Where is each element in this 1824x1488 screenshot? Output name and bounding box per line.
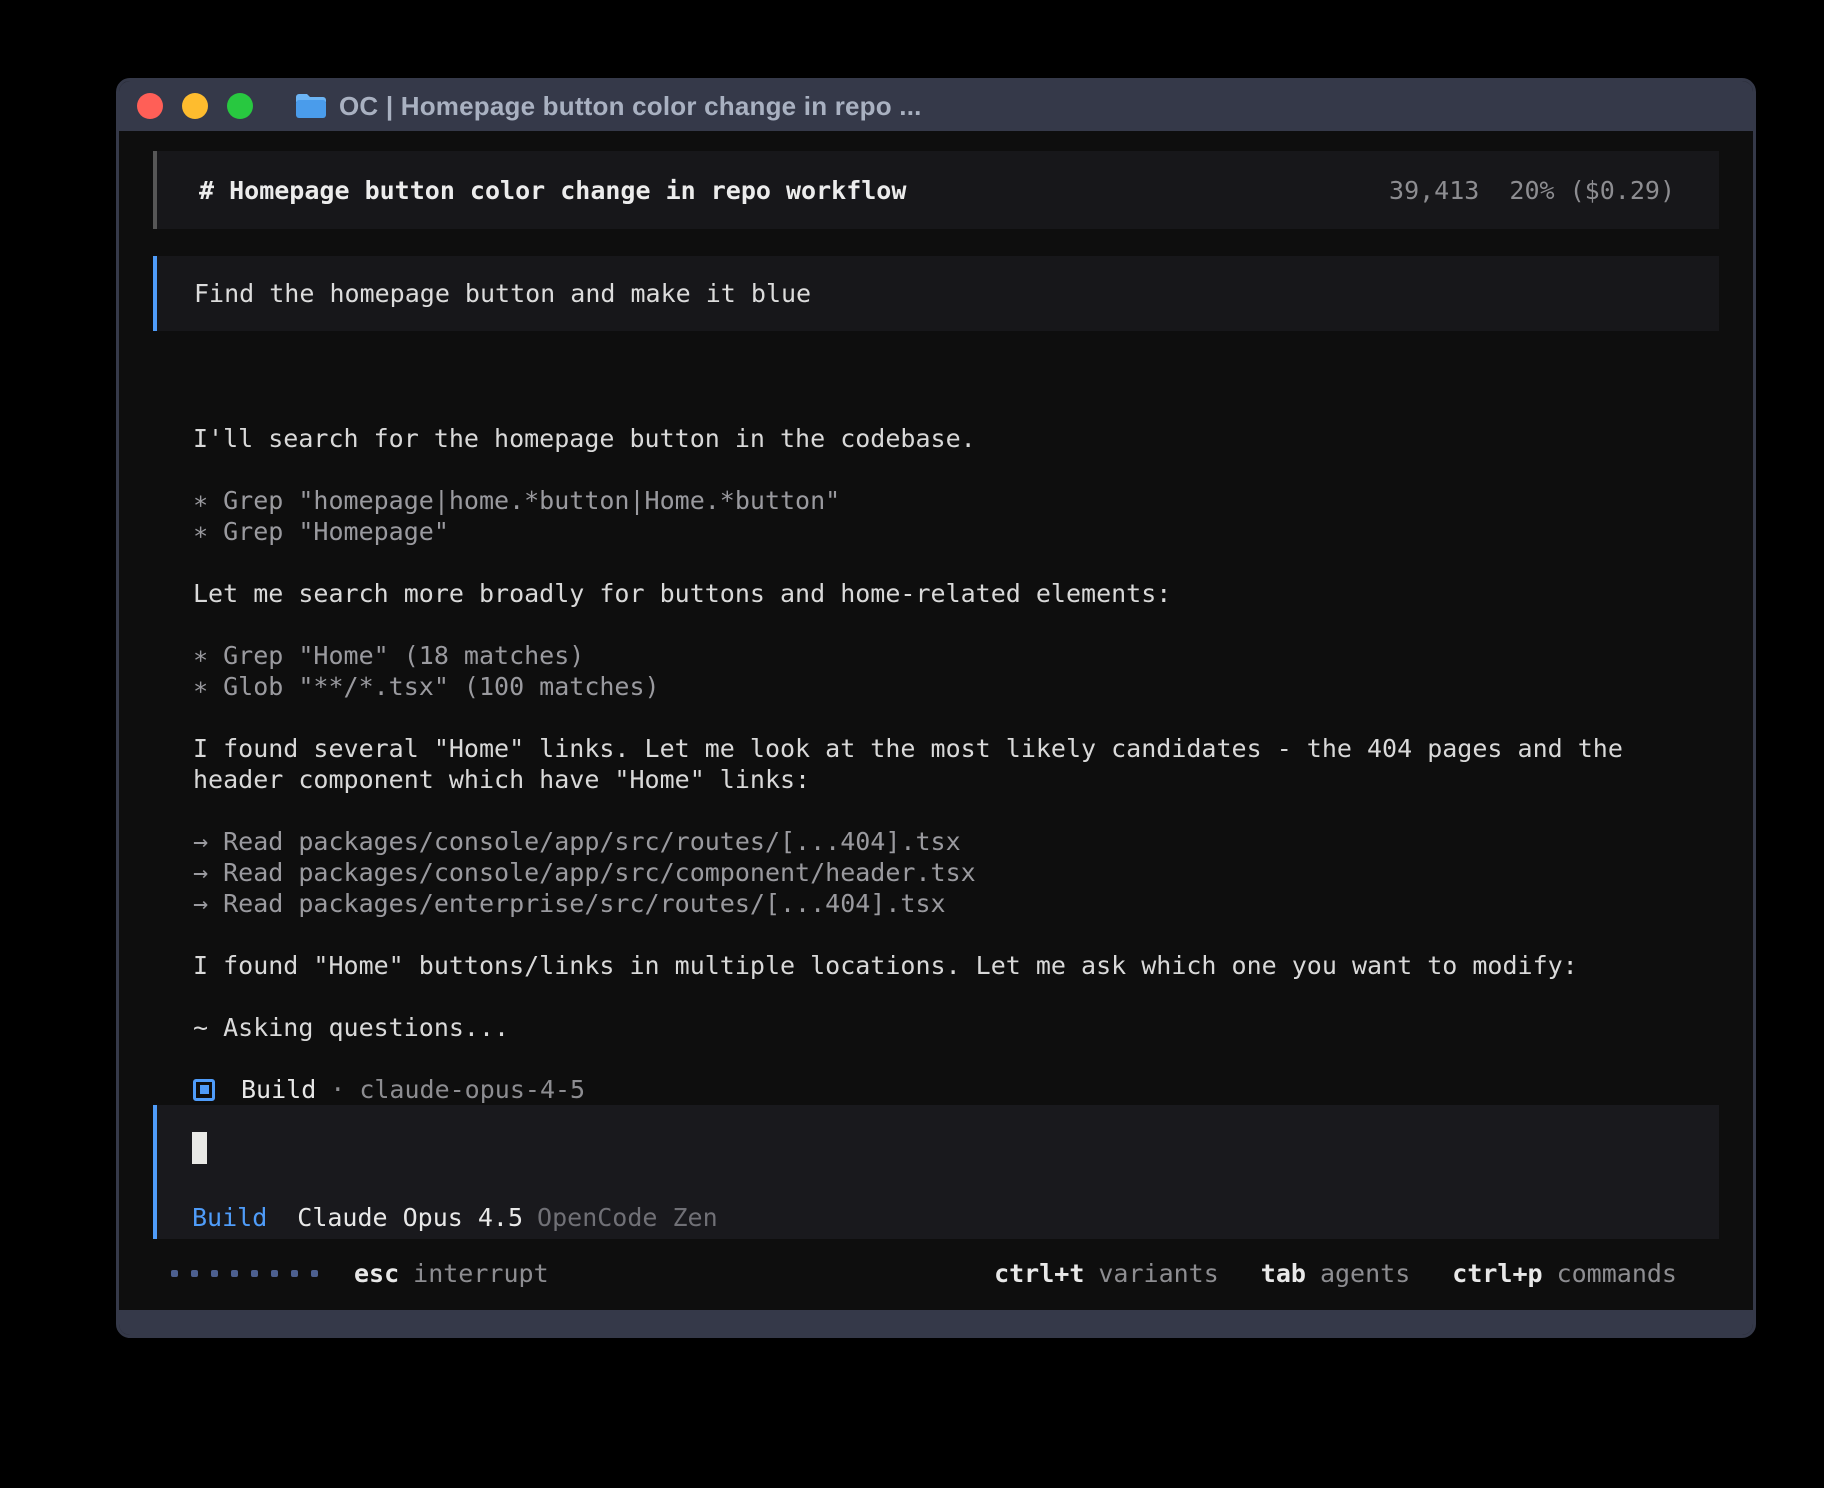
terminal-window: OC | Homepage button color change in rep… — [116, 78, 1756, 1338]
session-header: # Homepage button color change in repo w… — [153, 151, 1719, 229]
spinner-dot — [251, 1270, 258, 1277]
input-model-label[interactable]: Claude Opus 4.5 — [297, 1202, 523, 1233]
window-titlebar[interactable]: OC | Homepage button color change in rep… — [119, 81, 1753, 131]
terminal-content: # Homepage button color change in repo w… — [119, 131, 1753, 1310]
agent-name: Build — [241, 1074, 316, 1105]
input-provider-label: OpenCode Zen — [537, 1202, 718, 1233]
spinner-dot — [311, 1270, 318, 1277]
transcript-line: I found "Home" buttons/links in multiple… — [193, 950, 1719, 981]
session-title: # Homepage button color change in repo w… — [199, 175, 906, 206]
hint-key: tab — [1261, 1258, 1306, 1289]
window-title: OC | Homepage button color change in rep… — [339, 91, 922, 122]
agent-model: claude-opus-4-5 — [359, 1074, 585, 1105]
hint-commands: ctrl+p commands — [1452, 1258, 1677, 1289]
prompt-input[interactable]: Build Claude Opus 4.5 OpenCode Zen — [153, 1105, 1719, 1239]
transcript-line: → Read packages/console/app/src/componen… — [193, 857, 1719, 888]
esc-key: esc — [354, 1258, 399, 1289]
spinner-dot — [271, 1270, 278, 1277]
text-cursor — [192, 1132, 207, 1164]
transcript-line: I'll search for the homepage button in t… — [193, 423, 1719, 454]
transcript-line — [193, 795, 1719, 826]
agent-build-icon — [193, 1079, 215, 1101]
agent-status-line: Build · claude-opus-4-5 — [193, 1074, 1719, 1105]
esc-label: interrupt — [413, 1258, 548, 1289]
spinner-dot — [291, 1270, 298, 1277]
input-status-row: Build Claude Opus 4.5 OpenCode Zen — [192, 1202, 1719, 1233]
footer-left: esc interrupt — [171, 1258, 549, 1289]
hint-key: ctrl+p — [1452, 1258, 1542, 1289]
transcript-line: → Read packages/enterprise/src/routes/[.… — [193, 888, 1719, 919]
folder-icon — [295, 93, 327, 119]
spinner-dot — [211, 1270, 218, 1277]
spinner-dot — [231, 1270, 238, 1277]
spinner-dot — [191, 1270, 198, 1277]
transcript-line: → Read packages/console/app/src/routes/[… — [193, 826, 1719, 857]
spinner-dot — [171, 1270, 178, 1277]
transcript-line — [193, 454, 1719, 485]
transcript: I'll search for the homepage button in t… — [193, 423, 1719, 1074]
working-spinner-dots — [171, 1270, 318, 1277]
user-message: Find the homepage button and make it blu… — [153, 256, 1719, 331]
minimize-button[interactable] — [182, 93, 208, 119]
footer-hints-bar: esc interrupt ctrl+tvariantstabagentsctr… — [153, 1258, 1719, 1289]
transcript-line: ∗ Glob "**/*.tsx" (100 matches) — [193, 671, 1719, 702]
input-agent-label[interactable]: Build — [192, 1202, 267, 1233]
hint-variants: ctrl+t variants — [994, 1258, 1219, 1289]
transcript-line: I found several "Home" links. Let me loo… — [193, 733, 1719, 795]
user-message-text: Find the homepage button and make it blu… — [194, 278, 811, 309]
transcript-line — [193, 609, 1719, 640]
transcript-line: Let me search more broadly for buttons a… — [193, 578, 1719, 609]
hint-agents: tab agents — [1261, 1258, 1410, 1289]
transcript-line — [193, 981, 1719, 1012]
hint-label: variants — [1098, 1258, 1218, 1289]
hint-key: ctrl+t — [994, 1258, 1084, 1289]
transcript-line: ∗ Grep "homepage|home.*button|Home.*butt… — [193, 485, 1719, 516]
transcript-line: ~ Asking questions... — [193, 1012, 1719, 1043]
agent-separator: · — [330, 1074, 345, 1105]
close-button[interactable] — [137, 93, 163, 119]
traffic-lights — [137, 93, 253, 119]
esc-hint: esc interrupt — [354, 1258, 549, 1289]
transcript-line: ∗ Grep "Homepage" — [193, 516, 1719, 547]
hint-label: commands — [1557, 1258, 1677, 1289]
transcript-line: ∗ Grep "Home" (18 matches) — [193, 640, 1719, 671]
window-bottom-chrome — [119, 1310, 1753, 1335]
transcript-line — [193, 919, 1719, 950]
transcript-line — [193, 702, 1719, 733]
footer-right: ctrl+t variants tab agents ctrl+p commands — [994, 1258, 1677, 1289]
transcript-line — [193, 1043, 1719, 1074]
zoom-button[interactable] — [227, 93, 253, 119]
hint-label: agents — [1320, 1258, 1410, 1289]
transcript-line — [193, 547, 1719, 578]
session-metrics: 39,413 20% ($0.29) — [1389, 175, 1675, 206]
